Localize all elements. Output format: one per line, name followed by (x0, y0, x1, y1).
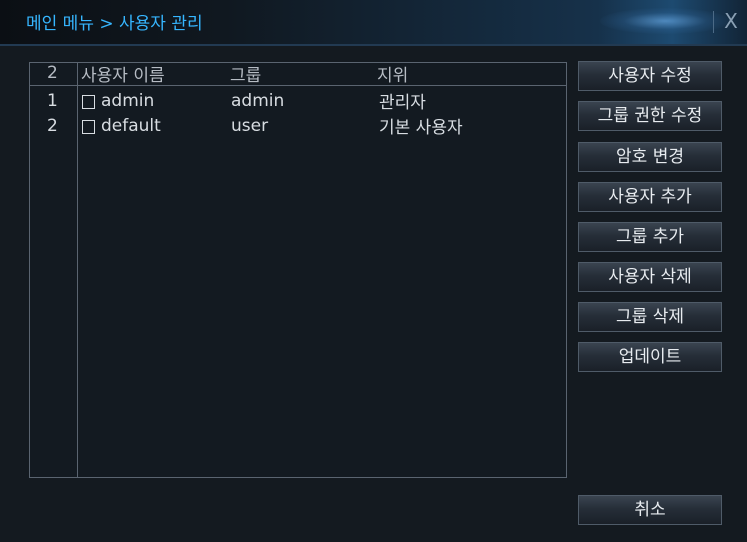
edit-group-rights-button[interactable]: 그룹 권한 수정 (578, 101, 722, 131)
row-group: user (231, 116, 269, 136)
row-group: admin (231, 91, 285, 111)
table-header-row: 2 사용자 이름 그룹 지위 (30, 63, 566, 86)
row-index: 2 (47, 116, 58, 136)
row-checkbox[interactable] (82, 120, 95, 134)
row-checkbox[interactable] (82, 95, 95, 109)
add-user-button[interactable]: 사용자 추가 (578, 182, 722, 212)
delete-user-button[interactable]: 사용자 삭제 (578, 262, 722, 292)
column-divider (77, 63, 78, 477)
row-username: default (101, 116, 161, 136)
group-column-header[interactable]: 그룹 (230, 61, 261, 86)
row-role: 관리자 (379, 93, 426, 113)
update-button[interactable]: 업데이트 (578, 342, 722, 372)
close-separator (713, 11, 714, 33)
edit-user-button[interactable]: 사용자 수정 (578, 61, 722, 91)
user-count-header: 2 (47, 63, 58, 83)
username-column-header[interactable]: 사용자 이름 (81, 61, 165, 86)
row-role: 기본 사용자 (379, 118, 463, 138)
user-management-window: 메인 메뉴 > 사용자 관리 X 2 사용자 이름 그룹 지위 1 admin … (0, 0, 747, 542)
close-icon[interactable]: X (719, 8, 743, 34)
user-table: 2 사용자 이름 그룹 지위 1 admin admin 관리자 2 defau… (29, 62, 567, 478)
row-index: 1 (47, 91, 58, 111)
change-password-button[interactable]: 암호 변경 (578, 142, 722, 172)
title-bar-glow (600, 8, 730, 34)
window-title: 메인 메뉴 > 사용자 관리 (26, 14, 203, 34)
cancel-button[interactable]: 취소 (578, 495, 722, 525)
add-group-button[interactable]: 그룹 추가 (578, 222, 722, 252)
role-column-header[interactable]: 지위 (377, 61, 408, 86)
delete-group-button[interactable]: 그룹 삭제 (578, 302, 722, 332)
row-username: admin (101, 91, 155, 111)
title-bar: 메인 메뉴 > 사용자 관리 X (0, 0, 747, 46)
